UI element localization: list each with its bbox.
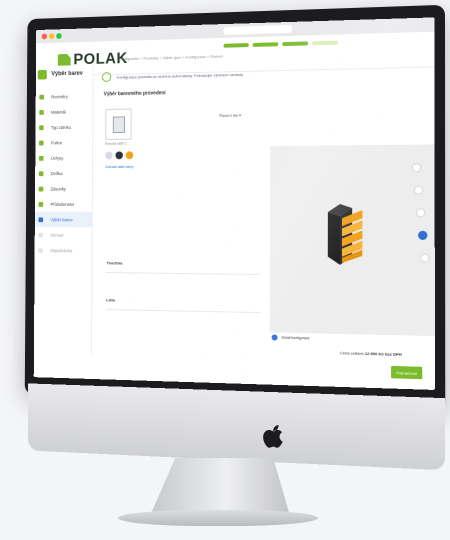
sidebar-item-label: Objednávka bbox=[50, 247, 73, 253]
imac-stand bbox=[150, 458, 290, 516]
field-divider bbox=[106, 272, 260, 275]
step-icon bbox=[39, 140, 44, 146]
step-icon bbox=[38, 155, 44, 161]
sidebar-item-label: Úchyty bbox=[50, 155, 64, 161]
zoom-in-icon[interactable] bbox=[413, 185, 424, 195]
price-prefix: Cena celkem bbox=[339, 350, 364, 356]
3d-preview-panel[interactable] bbox=[269, 144, 435, 337]
check-circle-icon bbox=[101, 72, 112, 82]
view-3d-icon[interactable] bbox=[418, 230, 428, 241]
sort-select[interactable]: Řazení dle ▾ bbox=[219, 113, 241, 118]
zoom-out-icon[interactable] bbox=[415, 208, 426, 218]
variant-label: Kovová skříň 1 bbox=[105, 141, 127, 146]
sidebar-item[interactable]: Úchyty bbox=[35, 150, 92, 166]
step-icon bbox=[38, 247, 43, 253]
step-icon bbox=[39, 94, 44, 100]
field-label: Lišta bbox=[106, 297, 115, 303]
sidebar: Výběr barev Rozměry Materiál Typ zámku Poli… bbox=[33, 64, 94, 356]
color-swatch[interactable] bbox=[125, 151, 134, 160]
configuration-detail-link[interactable]: Detail konfigurace bbox=[271, 334, 310, 341]
sidebar-item[interactable]: Police bbox=[35, 134, 92, 150]
sidebar-item-label: Materiál bbox=[51, 109, 66, 115]
info-icon bbox=[271, 334, 278, 341]
sidebar-item-label: Výběr barev bbox=[50, 216, 73, 222]
step-icon bbox=[38, 170, 44, 176]
sidebar-item[interactable]: Zásuvky bbox=[35, 181, 92, 197]
variant-card[interactable] bbox=[105, 108, 132, 140]
sidebar-item[interactable]: Objednávka bbox=[35, 242, 92, 258]
cabinet-3d-model bbox=[327, 204, 363, 265]
field-divider bbox=[106, 309, 260, 314]
color-swatches bbox=[105, 151, 134, 160]
imac-stand-base bbox=[118, 510, 318, 526]
more-colors-link[interactable]: Zobrazit další barvy bbox=[105, 165, 134, 169]
sidebar-item-label: Typ zámku bbox=[50, 124, 71, 130]
step-icon bbox=[38, 186, 44, 192]
sidebar-item[interactable]: Dvířka bbox=[35, 165, 92, 181]
sidebar-item-label: Shrnutí bbox=[50, 232, 64, 238]
rotate-icon[interactable] bbox=[411, 162, 422, 173]
sidebar-item[interactable]: Příslušenství bbox=[35, 196, 92, 212]
app-body: Výběr barev Rozměry Materiál Typ zámku Poli… bbox=[33, 17, 435, 390]
sidebar-item-label: Rozměry bbox=[51, 93, 68, 99]
apple-logo-icon bbox=[263, 425, 283, 448]
continue-button[interactable]: Pokračovat bbox=[391, 365, 423, 380]
section-title: Výběr barevného provedení bbox=[103, 90, 166, 98]
sidebar-item[interactable]: Materiál bbox=[36, 103, 93, 119]
sidebar-item[interactable]: Typ zámku bbox=[35, 119, 92, 135]
step-icon bbox=[39, 109, 44, 115]
sort-label: Řazení dle bbox=[219, 112, 238, 118]
color-swatch[interactable] bbox=[115, 151, 123, 160]
sidebar-item-label: Zásuvky bbox=[50, 186, 66, 191]
sidebar-header-label: Výběr barev bbox=[51, 70, 83, 78]
sidebar-item[interactable]: Rozměry bbox=[36, 88, 93, 104]
cabinet-thumbnail-icon bbox=[112, 116, 126, 134]
sidebar-item-label: Police bbox=[50, 139, 63, 145]
chevron-down-icon: ▾ bbox=[239, 112, 242, 118]
step-icon bbox=[38, 216, 44, 222]
sidebar-items: Rozměry Materiál Typ zámku Police Úchyty Dvíř… bbox=[34, 88, 93, 258]
palette-icon bbox=[37, 69, 47, 80]
info-notice: Konfigurace produktu je uložena automati… bbox=[101, 69, 244, 82]
fullscreen-icon[interactable] bbox=[420, 253, 430, 263]
notice-text: Konfigurace produktu je uložena automati… bbox=[116, 71, 244, 80]
sidebar-header: Výběr barev bbox=[36, 65, 93, 89]
sidebar-item[interactable]: Shrnutí bbox=[35, 227, 92, 243]
step-icon bbox=[39, 124, 44, 130]
sidebar-item-label: Dvířka bbox=[50, 170, 63, 176]
imac-mockup: POLAK Konfigurátor > Produkty > Výběr ty… bbox=[0, 0, 450, 540]
sidebar-item-label: Příslušenství bbox=[50, 201, 75, 207]
step-icon bbox=[38, 232, 43, 238]
price-summary: Cena celkem 12 800 Kč bez DPH bbox=[340, 350, 402, 357]
sidebar-item[interactable]: Výběr barev bbox=[34, 211, 92, 228]
imac-chin bbox=[27, 383, 446, 471]
price-value: 12 800 Kč bez DPH bbox=[364, 350, 402, 357]
color-swatch[interactable] bbox=[105, 151, 113, 160]
options-link-text: Detail konfigurace bbox=[281, 335, 310, 341]
step-icon bbox=[38, 201, 44, 207]
field-label: Tloušťka bbox=[106, 260, 123, 266]
